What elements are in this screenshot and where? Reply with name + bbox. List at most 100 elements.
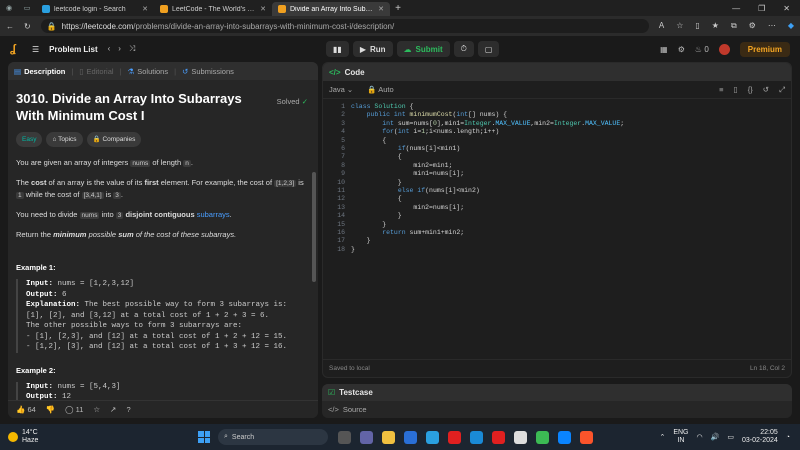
topics-chip[interactable]: ⌂ Topics xyxy=(46,132,83,147)
collections-icon[interactable]: ⧉ xyxy=(731,21,737,31)
dislike-button[interactable]: 👎 xyxy=(46,405,55,414)
back-icon[interactable]: ← xyxy=(6,22,14,31)
prev-problem-icon[interactable]: ‹ xyxy=(108,44,111,54)
browser-toolbar: A ☆ ▯ ★ ⧉ ⚙ ⋯ ◆ xyxy=(659,21,794,31)
language-select[interactable]: Java ⌄ xyxy=(329,85,353,94)
leetcode-logo-icon[interactable]: ʆ xyxy=(10,43,22,55)
favorites-icon[interactable]: ★ xyxy=(712,21,719,31)
split-screen-icon[interactable]: ▯ xyxy=(695,21,699,31)
volume-icon[interactable]: 🔊 xyxy=(711,433,720,441)
bing-favicon-icon xyxy=(42,5,50,13)
braces-icon[interactable]: {} xyxy=(748,85,753,95)
premium-button[interactable]: Premium xyxy=(739,41,790,57)
windows-start-icon[interactable] xyxy=(198,431,210,443)
wifi-icon[interactable]: ◠ xyxy=(697,433,703,441)
testcase-tab[interactable]: ☑ Testcase xyxy=(322,384,792,401)
shuffle-icon[interactable]: ⤨ xyxy=(129,44,135,54)
description-paragraph-3: You need to divide nums into 3 disjoint … xyxy=(16,210,232,219)
lock-icon: 🔒 xyxy=(46,21,57,31)
companies-chip[interactable]: 🔒 Companies xyxy=(86,132,142,147)
layout-icon[interactable]: ▦ xyxy=(660,45,668,54)
tab-description[interactable]: ▤ Description xyxy=(14,67,65,76)
teams-icon[interactable] xyxy=(360,430,373,444)
solved-badge: Solved ✓ xyxy=(276,97,308,106)
chrome-icon[interactable] xyxy=(536,430,549,444)
refresh-icon[interactable]: ↻ xyxy=(24,22,31,31)
subarrays-link[interactable]: subarrays xyxy=(197,210,230,219)
maximize-icon[interactable]: ❐ xyxy=(758,4,765,13)
avatar[interactable] xyxy=(718,43,730,55)
close-tab-icon[interactable]: ✕ xyxy=(142,5,148,13)
read-aloud-icon[interactable]: A xyxy=(659,21,664,31)
minimize-icon[interactable]: — xyxy=(732,4,740,13)
tab-actions-icon[interactable]: ▭ xyxy=(18,0,36,16)
notifications-icon[interactable]: ◔ xyxy=(786,434,790,441)
taskbar-search[interactable]: ⌕ Search xyxy=(218,429,328,445)
tab-editorial[interactable]: ▯ Editorial xyxy=(79,67,113,76)
task-view-icon[interactable] xyxy=(338,430,351,444)
bookmark-icon[interactable]: ▯ xyxy=(734,85,738,95)
problem-list-icon[interactable]: ☰ xyxy=(32,45,39,54)
star-icon: ☆ xyxy=(93,405,101,414)
more-icon[interactable]: ⋯ xyxy=(768,21,776,31)
share-button[interactable]: ↗ xyxy=(110,405,116,414)
code-brackets-icon: </> xyxy=(328,405,339,414)
notes-icon[interactable]: ▢ xyxy=(477,41,500,57)
fullscreen-icon[interactable]: ⤢ xyxy=(779,85,785,95)
clock[interactable]: 22:05 03-02-2024 xyxy=(742,429,778,445)
close-tab-icon[interactable]: ✕ xyxy=(260,5,266,13)
code-toolbar: Java ⌄ 🔒 Auto ≡ ▯ {} ↺ ⤢ xyxy=(323,81,791,99)
language-indicator[interactable]: ENG IN xyxy=(673,429,688,445)
battery-icon[interactable]: ▭ xyxy=(727,433,734,441)
store-icon[interactable] xyxy=(404,430,417,444)
tab-submissions[interactable]: ↺ Submissions xyxy=(182,67,234,76)
help-button[interactable]: ? xyxy=(126,405,130,414)
code-status-bar: Saved to local Ln 18, Col 2 xyxy=(323,359,791,377)
favorite-button[interactable]: ☆ xyxy=(93,405,100,414)
edge-icon[interactable] xyxy=(470,430,483,444)
next-problem-icon[interactable]: › xyxy=(118,44,121,54)
extensions-icon[interactable]: ⚙ xyxy=(749,21,756,31)
example-1-block: Input: nums = [1,2,3,12] Output: 6 Expla… xyxy=(16,279,310,353)
format-icon[interactable]: ≡ xyxy=(719,85,723,95)
telegram-icon[interactable] xyxy=(426,430,439,444)
close-tab-icon[interactable]: ✕ xyxy=(378,5,384,13)
submit-button[interactable]: ☁ Submit xyxy=(396,41,450,57)
mode-select[interactable]: 🔒 Auto xyxy=(367,85,393,94)
search-icon: ⌕ xyxy=(224,433,228,440)
youtube-icon[interactable] xyxy=(448,430,461,444)
streak-counter[interactable]: ♨ 0 xyxy=(695,45,709,54)
browser-tab-1[interactable]: LeetCode - The World's Leading ✕ xyxy=(154,2,272,16)
document-icon: ▤ xyxy=(14,66,22,76)
youtube-icon[interactable] xyxy=(492,430,505,444)
thumbs-up-icon: 👍 xyxy=(16,405,26,414)
copilot-icon[interactable]: ◆ xyxy=(788,21,794,31)
weather-widget[interactable]: 14°C Haze xyxy=(0,429,150,445)
close-window-icon[interactable]: ✕ xyxy=(783,4,790,13)
run-button[interactable]: ▶ Run xyxy=(352,41,393,57)
timer-icon[interactable]: ⏱ xyxy=(453,41,474,57)
flask-icon: ⚗ xyxy=(127,66,135,76)
browser-tab-0[interactable]: leetcode login - Search ✕ xyxy=(36,2,154,16)
browser-tab-2[interactable]: Divide an Array Into Subarrays W ✕ xyxy=(272,2,390,16)
favorite-star-icon[interactable]: ☆ xyxy=(676,21,683,31)
debug-icon[interactable]: ▮▮ xyxy=(326,41,349,57)
like-button[interactable]: 👍 64 xyxy=(16,405,36,414)
profile-icon[interactable]: ◉ xyxy=(0,0,18,16)
source-tab[interactable]: </> Source xyxy=(322,401,792,418)
code-editor[interactable]: 1 class Solution { 2 public int minimumCo… xyxy=(323,99,791,253)
settings-gear-icon[interactable]: ⚙ xyxy=(678,45,685,54)
reset-icon[interactable]: ↺ xyxy=(763,85,769,95)
chrome-profile-icon[interactable] xyxy=(558,430,571,444)
github-icon[interactable] xyxy=(514,430,527,444)
file-explorer-icon[interactable] xyxy=(382,430,395,444)
new-tab-icon[interactable]: + xyxy=(390,3,406,14)
description-scrollbar[interactable] xyxy=(312,172,316,282)
example-1-title: Example 1: xyxy=(16,263,56,272)
comments-button[interactable]: ◯ 11 xyxy=(65,405,83,414)
tab-solutions[interactable]: ⚗ Solutions xyxy=(128,67,169,76)
problem-list-link[interactable]: Problem List xyxy=(49,45,97,54)
chevron-up-icon[interactable]: ⌃ xyxy=(659,433,665,441)
brave-icon[interactable] xyxy=(580,430,593,444)
url-input[interactable]: 🔒 https://leetcode.com/problems/divide-a… xyxy=(40,19,649,33)
